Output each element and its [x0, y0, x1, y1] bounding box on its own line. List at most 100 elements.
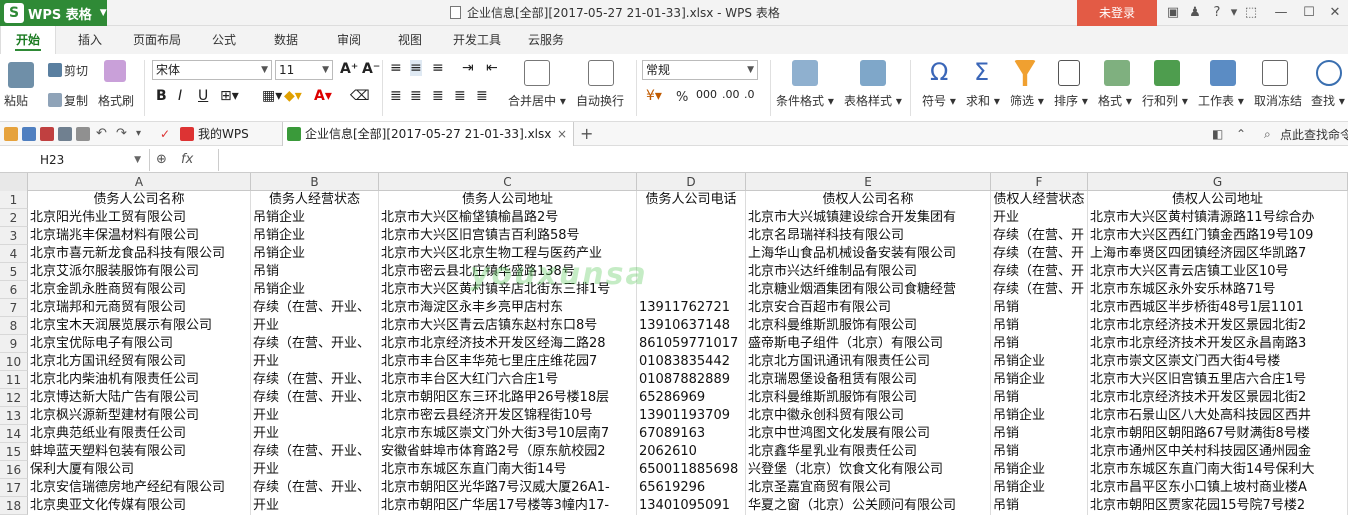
row-header[interactable]: 4	[0, 245, 28, 263]
conditional-format-button[interactable]: 条件格式 ▾	[776, 92, 834, 109]
cut-button[interactable]: 剪切	[48, 62, 88, 79]
table-cell[interactable]: 存续（在营、开业、	[251, 299, 379, 317]
tab-formulas[interactable]: 公式	[198, 26, 250, 54]
select-all-corner[interactable]	[0, 173, 28, 191]
row-header[interactable]: 3	[0, 227, 28, 245]
find-icon[interactable]	[1316, 60, 1342, 86]
table-cell[interactable]	[637, 209, 746, 227]
table-cell[interactable]: 北京市崇文区崇文门西大街4号楼	[1088, 353, 1348, 371]
table-cell[interactable]: 北京市喜元新龙食品科技有限公司	[28, 245, 251, 263]
tab-home[interactable]: 开始	[0, 26, 56, 54]
table-cell[interactable]: 北京市东城区永外安乐林路71号	[1088, 281, 1348, 299]
table-cell[interactable]: 北京市朝阳区朝阳路67号财满街8号楼	[1088, 425, 1348, 443]
font-size-select[interactable]: 11 ▼	[275, 60, 333, 80]
table-cell[interactable]: 吊销企业	[991, 407, 1088, 425]
table-cell[interactable]: 保利大厦有限公司	[28, 461, 251, 479]
table-cell[interactable]: 北京市大兴区黄村镇清源路11号综合办	[1088, 209, 1348, 227]
table-cell[interactable]: 吊销企业	[251, 281, 379, 299]
table-cell[interactable]: 存续（在营、开	[991, 245, 1088, 263]
table-cell[interactable]: 北京市大兴区旧宫镇五里店六合庄1号	[1088, 371, 1348, 389]
filter-icon[interactable]	[1014, 60, 1036, 86]
table-cell[interactable]: 北京市西城区半步桥街48号1层1101	[1088, 299, 1348, 317]
table-cell[interactable]: 北京市昌平区东小口镇上坡村商业楼A	[1088, 479, 1348, 497]
table-cell[interactable]: 北京市通州区中关村科技园区通州园金	[1088, 443, 1348, 461]
filter-button[interactable]: 筛选 ▾	[1010, 92, 1044, 109]
table-cell[interactable]	[637, 245, 746, 263]
table-cell[interactable]: 吊销企业	[251, 209, 379, 227]
table-cell[interactable]: 65619296	[637, 479, 746, 497]
table-cell[interactable]: 吊销企业	[991, 353, 1088, 371]
table-cell[interactable]: 65286969	[637, 389, 746, 407]
table-cell[interactable]: 北京市朝阳区光华路7号汉威大厦26A1-	[379, 479, 637, 497]
table-cell[interactable]: 吊销	[991, 425, 1088, 443]
column-header-g[interactable]: G	[1088, 173, 1348, 191]
unfreeze-button[interactable]: 取消冻结	[1254, 92, 1302, 109]
format-button[interactable]: 格式 ▾	[1098, 92, 1132, 109]
undo-icon[interactable]: ↶	[96, 127, 110, 141]
maximize-icon[interactable]: ☐	[1296, 0, 1322, 26]
align-right-icon[interactable]: ≣	[432, 88, 444, 104]
align-center-icon[interactable]: ≣	[410, 88, 422, 104]
justify-icon[interactable]: ≣	[454, 88, 466, 104]
checkmark-icon[interactable]: ✓	[160, 127, 174, 141]
table-cell[interactable]: 吊销	[991, 389, 1088, 407]
align-left-icon[interactable]: ≣	[390, 88, 402, 104]
table-cell[interactable]: 13901193709	[637, 407, 746, 425]
table-cell[interactable]: 67089163	[637, 425, 746, 443]
table-style-button[interactable]: 表格样式 ▾	[844, 92, 902, 109]
column-title-cell[interactable]: 债务人公司名称	[28, 191, 251, 209]
fill-color-button[interactable]: ◆▾	[284, 88, 302, 104]
merge-cells-icon[interactable]: ▦▾	[262, 88, 282, 104]
row-header[interactable]: 13	[0, 407, 28, 425]
align-middle-icon[interactable]: ≡	[410, 60, 422, 76]
table-cell[interactable]: 吊销	[991, 299, 1088, 317]
row-header[interactable]: 11	[0, 371, 28, 389]
table-cell[interactable]: 北京市东城区崇文门外大街3号10层南7	[379, 425, 637, 443]
table-cell[interactable]: 吊销	[991, 335, 1088, 353]
table-cell[interactable]: 北京市大兴区黄村镇辛店北街东三排1号	[379, 281, 637, 299]
table-cell[interactable]: 北京市东城区东直门南大街14号保利大	[1088, 461, 1348, 479]
table-cell[interactable]: 北京北内柴油机有限责任公司	[28, 371, 251, 389]
table-cell[interactable]	[637, 281, 746, 299]
table-cell[interactable]: 北京市丰台区丰华苑七里庄庄维花园7	[379, 353, 637, 371]
tab-insert[interactable]: 插入	[64, 26, 116, 54]
table-cell[interactable]: 吊销	[991, 497, 1088, 515]
percent-button[interactable]: %	[676, 90, 688, 105]
table-cell[interactable]: 北京市丰台区大红门六合庄1号	[379, 371, 637, 389]
table-cell[interactable]: 盛帝斯电子组件（北京）有限公司	[746, 335, 991, 353]
table-cell[interactable]: 吊销	[991, 443, 1088, 461]
row-header[interactable]: 15	[0, 443, 28, 461]
table-cell[interactable]: 吊销企业	[991, 479, 1088, 497]
close-icon[interactable]: ✕	[1322, 0, 1348, 26]
table-cell[interactable]: 存续（在营、开业、	[251, 443, 379, 461]
rows-cols-icon[interactable]	[1154, 60, 1180, 86]
formula-input[interactable]	[218, 149, 1346, 171]
table-cell[interactable]: 北京枫兴源新型建材有限公司	[28, 407, 251, 425]
worksheet-icon[interactable]	[1210, 60, 1236, 86]
table-cell[interactable]: 650011885698	[637, 461, 746, 479]
table-cell[interactable]: 开业	[251, 353, 379, 371]
table-cell[interactable]: 北京艾派尔服装服饰有限公司	[28, 263, 251, 281]
table-cell[interactable]: 北京中徽永创科贸有限公司	[746, 407, 991, 425]
table-cell[interactable]: 北京市密云县北庄镇华盛路138号	[379, 263, 637, 281]
row-header[interactable]: 1	[0, 191, 28, 209]
wrap-text-button[interactable]: 自动换行	[576, 92, 624, 109]
table-cell[interactable]: 北京北方国讯经贸有限公司	[28, 353, 251, 371]
tab-view[interactable]: 视图	[384, 26, 436, 54]
table-cell[interactable]: 北京市朝阳区东三环北路甲26号楼18层	[379, 389, 637, 407]
table-cell[interactable]: 吊销	[251, 263, 379, 281]
table-cell[interactable]: 01087882889	[637, 371, 746, 389]
sort-button[interactable]: 排序 ▾	[1054, 92, 1088, 109]
table-cell[interactable]: 北京金凯永胜商贸有限公司	[28, 281, 251, 299]
column-title-cell[interactable]: 债权人经营状态	[991, 191, 1088, 209]
table-cell[interactable]: 存续（在营、开	[991, 281, 1088, 299]
new-tab-button[interactable]: +	[574, 122, 600, 146]
column-header-a[interactable]: A	[28, 173, 251, 191]
row-header[interactable]: 5	[0, 263, 28, 281]
table-cell[interactable]: 北京市海淀区永丰乡亮甲店村东	[379, 299, 637, 317]
table-style-icon[interactable]	[860, 60, 886, 86]
table-cell[interactable]: 北京科曼维斯凯服饰有限公司	[746, 317, 991, 335]
table-cell[interactable]: 开业	[251, 407, 379, 425]
align-top-icon[interactable]: ≡	[390, 60, 402, 76]
table-cell[interactable]: 北京中世鸿图文化发展有限公司	[746, 425, 991, 443]
